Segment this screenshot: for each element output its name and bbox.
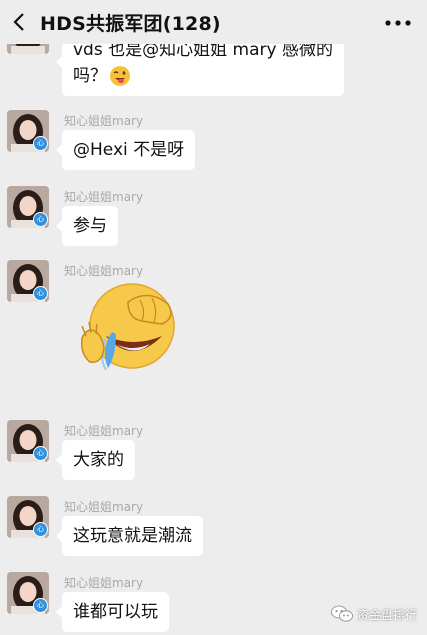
message-bubble[interactable]: 大家的	[56, 440, 135, 480]
avatar[interactable]: 心	[7, 260, 49, 302]
sender-name: 知心姐姐mary	[64, 576, 144, 590]
verified-badge-icon: 心	[33, 286, 48, 301]
tongue-wink-emoji	[110, 66, 130, 86]
verified-badge-icon: 心	[33, 136, 48, 151]
back-arrow-icon[interactable]	[8, 10, 32, 34]
message-bubble[interactable]: vds 也是@知心姐姐 mary 感微的 吗？	[56, 40, 344, 96]
sender-name: 知心姐姐mary	[64, 500, 144, 514]
sender-name: 知心姐姐mary	[64, 114, 144, 128]
sender-name: 知心姐姐mary	[64, 190, 144, 204]
message-bubble[interactable]: 参与	[56, 206, 118, 246]
sender-name: 知心姐姐mary	[64, 264, 144, 278]
wechat-icon	[331, 605, 353, 622]
avatar[interactable]: 心	[7, 496, 49, 538]
watermark-text: 资金盘排行	[356, 607, 417, 622]
avatar[interactable]: 心	[7, 186, 49, 228]
sender-name: 知心姐姐mary	[64, 424, 144, 438]
avatar[interactable]: 心	[7, 572, 49, 614]
avatar[interactable]: 心	[7, 110, 49, 152]
facepalm-laugh-emoji[interactable]	[76, 278, 180, 378]
message-bubble[interactable]: 谁都可以玩	[56, 592, 169, 632]
chat-header: HDS共振军团(128)	[0, 0, 427, 44]
watermark: 资金盘排行	[331, 605, 417, 623]
verified-badge-icon: 心	[33, 522, 48, 537]
verified-badge-icon: 心	[33, 212, 48, 227]
verified-badge-icon: 心	[33, 598, 48, 613]
message-bubble[interactable]: 这玩意就是潮流	[56, 516, 203, 556]
message-line: 吗？	[73, 66, 107, 86]
message-bubble[interactable]: @Hexi 不是呀	[55, 130, 196, 170]
avatar[interactable]: 心	[7, 420, 49, 462]
verified-badge-icon: 心	[33, 446, 48, 461]
more-options-icon[interactable]	[385, 20, 411, 26]
chat-title: HDS共振军团(128)	[40, 13, 221, 35]
